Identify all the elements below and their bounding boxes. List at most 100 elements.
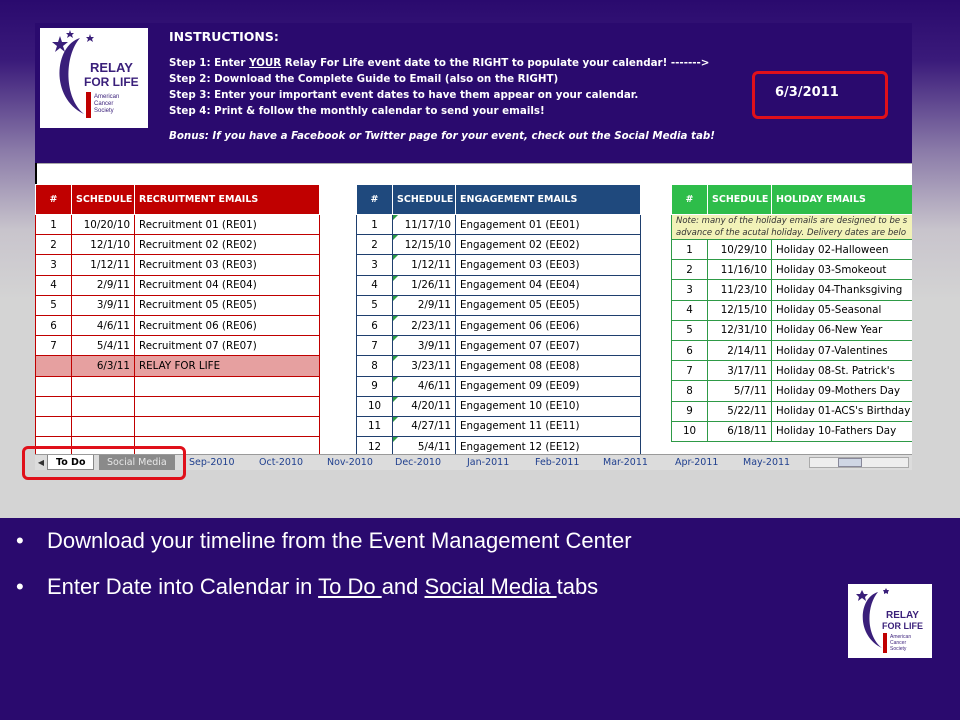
email-name-cell[interactable]: Recruitment 01 (RE01) xyxy=(134,213,320,236)
row-number-cell[interactable]: 6 xyxy=(35,314,72,337)
email-name-cell[interactable]: Holiday 01-ACS's Birthday xyxy=(771,400,912,422)
row-number-cell[interactable]: 5 xyxy=(356,294,393,316)
row-number-cell[interactable]: 4 xyxy=(356,274,393,296)
schedule-cell[interactable]: 12/1/10 xyxy=(71,234,135,256)
row-number-cell[interactable]: 4 xyxy=(671,299,708,321)
email-name-cell[interactable]: Engagement 05 (EE05) xyxy=(455,294,641,316)
schedule-cell[interactable]: 3/17/11 xyxy=(707,360,772,382)
sheet-tab-oct-2010[interactable]: Oct-2010 xyxy=(251,455,311,470)
row-number-cell[interactable] xyxy=(35,355,72,377)
to-do-link[interactable]: To Do xyxy=(318,574,382,599)
schedule-cell[interactable]: 5/22/11 xyxy=(707,400,772,422)
email-name-cell[interactable]: Holiday 04-Thanksgiving xyxy=(771,279,912,301)
sheet-tab-feb-2011[interactable]: Feb-2011 xyxy=(527,455,587,470)
horizontal-scrollbar[interactable] xyxy=(809,457,909,468)
email-name-cell[interactable]: Recruitment 06 (RE06) xyxy=(134,314,320,337)
row-number-cell[interactable]: 9 xyxy=(356,375,393,397)
email-name-cell[interactable]: Engagement 03 (EE03) xyxy=(455,254,641,276)
email-name-cell[interactable]: Recruitment 05 (RE05) xyxy=(134,294,320,316)
row-number-cell[interactable]: 3 xyxy=(356,254,393,276)
schedule-cell[interactable]: 6/3/11 xyxy=(71,355,135,377)
email-name-cell[interactable]: Holiday 06-New Year xyxy=(771,319,912,341)
row-number-cell[interactable]: 2 xyxy=(671,259,708,281)
email-name-cell[interactable]: Holiday 03-Smokeout xyxy=(771,259,912,281)
schedule-cell[interactable]: 3/9/11 xyxy=(392,335,456,357)
row-number-cell[interactable] xyxy=(35,375,72,397)
sheet-tab-dec-2010[interactable]: Dec-2010 xyxy=(387,455,449,470)
schedule-cell[interactable]: 1/12/11 xyxy=(392,254,456,276)
schedule-cell[interactable]: 11/17/10 xyxy=(392,213,456,236)
sheet-tab-sep-2010[interactable]: Sep-2010 xyxy=(181,455,243,470)
schedule-cell[interactable]: 6/18/11 xyxy=(707,420,772,442)
sheet-tab-jan-2011[interactable]: Jan-2011 xyxy=(459,455,517,470)
email-name-cell[interactable]: Recruitment 02 (RE02) xyxy=(134,234,320,256)
email-name-cell[interactable] xyxy=(134,375,320,397)
schedule-cell[interactable]: 2/14/11 xyxy=(707,339,772,362)
row-number-cell[interactable]: 6 xyxy=(671,339,708,362)
email-name-cell[interactable]: Holiday 05-Seasonal xyxy=(771,299,912,321)
sheet-tab-mar-2011[interactable]: Mar-2011 xyxy=(595,455,656,470)
event-date-highlight[interactable]: 6/3/2011 xyxy=(752,71,888,119)
row-number-cell[interactable]: 5 xyxy=(671,319,708,341)
email-name-cell[interactable]: Engagement 06 (EE06) xyxy=(455,314,641,337)
schedule-cell[interactable]: 3/23/11 xyxy=(392,355,456,377)
schedule-cell[interactable]: 10/29/10 xyxy=(707,238,772,261)
email-name-cell[interactable] xyxy=(134,415,320,438)
row-number-cell[interactable]: 2 xyxy=(35,234,72,256)
email-name-cell[interactable]: Engagement 02 (EE02) xyxy=(455,234,641,256)
email-name-cell[interactable]: RELAY FOR LIFE xyxy=(134,355,320,377)
schedule-cell[interactable]: 1/26/11 xyxy=(392,274,456,296)
email-name-cell[interactable]: Engagement 08 (EE08) xyxy=(455,355,641,377)
row-number-cell[interactable]: 1 xyxy=(356,213,393,236)
sheet-tab-nov-2010[interactable]: Nov-2010 xyxy=(319,455,381,470)
email-name-cell[interactable] xyxy=(134,395,320,417)
schedule-cell[interactable]: 4/27/11 xyxy=(392,415,456,438)
row-number-cell[interactable]: 4 xyxy=(35,274,72,296)
schedule-cell[interactable] xyxy=(71,375,135,397)
email-name-cell[interactable]: Recruitment 04 (RE04) xyxy=(134,274,320,296)
schedule-cell[interactable]: 4/20/11 xyxy=(392,395,456,417)
schedule-cell[interactable]: 4/6/11 xyxy=(392,375,456,397)
schedule-cell[interactable]: 12/31/10 xyxy=(707,319,772,341)
email-name-cell[interactable]: Engagement 09 (EE09) xyxy=(455,375,641,397)
email-name-cell[interactable]: Recruitment 03 (RE03) xyxy=(134,254,320,276)
schedule-cell[interactable]: 2/9/11 xyxy=(71,274,135,296)
schedule-cell[interactable]: 12/15/10 xyxy=(392,234,456,256)
row-number-cell[interactable]: 8 xyxy=(671,380,708,402)
email-name-cell[interactable]: Holiday 07-Valentines xyxy=(771,339,912,362)
email-name-cell[interactable]: Recruitment 07 (RE07) xyxy=(134,335,320,357)
schedule-cell[interactable]: 2/9/11 xyxy=(392,294,456,316)
schedule-cell[interactable]: 1/12/11 xyxy=(71,254,135,276)
sheet-tab-may-2011[interactable]: May-2011 xyxy=(735,455,798,470)
schedule-cell[interactable]: 12/15/10 xyxy=(707,299,772,321)
schedule-cell[interactable]: 5/7/11 xyxy=(707,380,772,402)
email-name-cell[interactable]: Engagement 11 (EE11) xyxy=(455,415,641,438)
row-number-cell[interactable]: 10 xyxy=(671,420,708,442)
schedule-cell[interactable]: 4/6/11 xyxy=(71,314,135,337)
row-number-cell[interactable]: 3 xyxy=(35,254,72,276)
row-number-cell[interactable]: 8 xyxy=(356,355,393,377)
event-date-cell[interactable]: 6/3/2011 xyxy=(775,85,839,100)
email-name-cell[interactable]: Engagement 01 (EE01) xyxy=(455,213,641,236)
row-number-cell[interactable] xyxy=(35,415,72,438)
email-name-cell[interactable]: Holiday 08-St. Patrick's xyxy=(771,360,912,382)
email-name-cell[interactable]: Holiday 10-Fathers Day xyxy=(771,420,912,442)
schedule-cell[interactable]: 10/20/10 xyxy=(71,213,135,236)
sheet-tab-apr-2011[interactable]: Apr-2011 xyxy=(667,455,726,470)
schedule-cell[interactable] xyxy=(71,415,135,438)
row-number-cell[interactable]: 6 xyxy=(356,314,393,337)
social-media-link[interactable]: Social Media xyxy=(425,574,557,599)
email-name-cell[interactable]: Holiday 09-Mothers Day xyxy=(771,380,912,402)
row-number-cell[interactable]: 9 xyxy=(671,400,708,422)
schedule-cell[interactable]: 11/23/10 xyxy=(707,279,772,301)
schedule-cell[interactable]: 11/16/10 xyxy=(707,259,772,281)
row-number-cell[interactable]: 10 xyxy=(356,395,393,417)
row-number-cell[interactable]: 3 xyxy=(671,279,708,301)
row-number-cell[interactable]: 7 xyxy=(671,360,708,382)
schedule-cell[interactable]: 2/23/11 xyxy=(392,314,456,337)
row-number-cell[interactable]: 7 xyxy=(356,335,393,357)
email-name-cell[interactable]: Engagement 07 (EE07) xyxy=(455,335,641,357)
row-number-cell[interactable]: 1 xyxy=(35,213,72,236)
row-number-cell[interactable]: 5 xyxy=(35,294,72,316)
schedule-cell[interactable]: 5/4/11 xyxy=(71,335,135,357)
